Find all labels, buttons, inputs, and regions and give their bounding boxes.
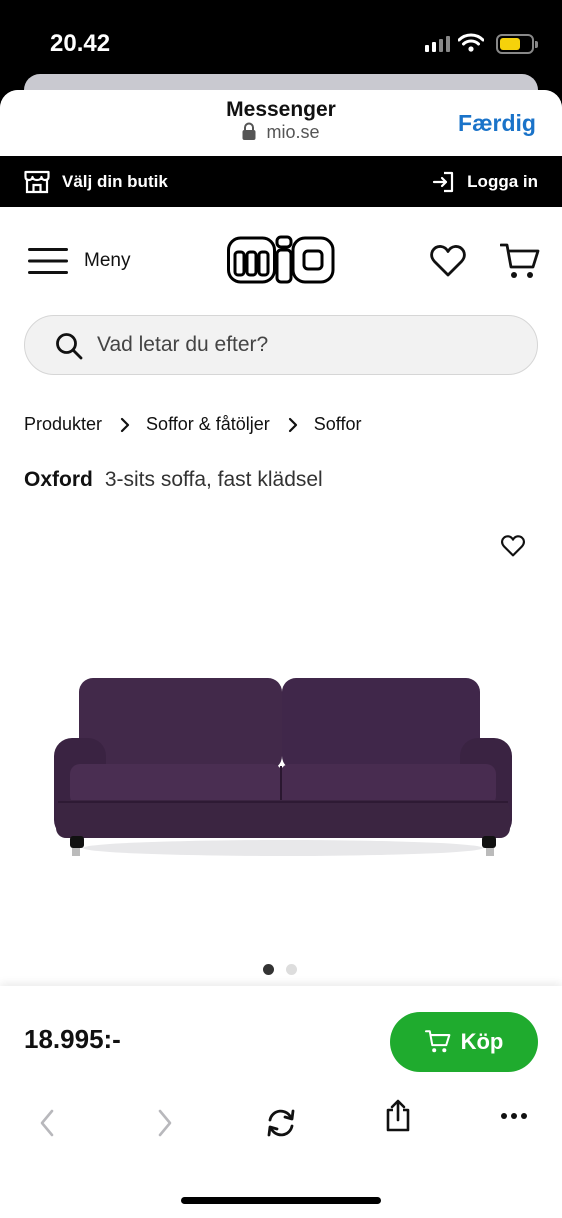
lock-icon xyxy=(242,122,256,140)
hamburger-icon xyxy=(28,248,68,274)
forward-icon[interactable] xyxy=(156,1108,174,1138)
choose-store-link[interactable]: Välj din butik xyxy=(24,170,168,194)
done-button[interactable]: Færdig xyxy=(458,110,536,137)
status-time: 20.42 xyxy=(50,30,111,57)
favorite-heart-icon[interactable] xyxy=(501,535,525,557)
buy-label: Köp xyxy=(460,1029,504,1054)
product-brand: Oxford xyxy=(24,468,93,491)
top-info-bar: Välj din butik Logga in xyxy=(0,156,562,207)
chevron-right-icon xyxy=(120,417,130,432)
menu-button[interactable]: Meny xyxy=(28,247,130,275)
carousel-dot-active[interactable] xyxy=(263,964,274,975)
product-image-sofa[interactable] xyxy=(52,676,514,876)
wifi-icon xyxy=(458,33,484,52)
reload-icon[interactable] xyxy=(265,1108,297,1138)
site-header: Meny xyxy=(0,207,562,315)
cellular-signal-icon xyxy=(425,36,450,52)
store-icon xyxy=(24,170,50,194)
chevron-right-icon xyxy=(288,417,297,432)
login-link[interactable]: Logga in xyxy=(431,170,538,194)
search-icon xyxy=(56,333,83,360)
buy-button[interactable]: Köp xyxy=(390,1012,538,1072)
cart-icon[interactable] xyxy=(500,243,540,281)
product-title: Oxford 3-sits soffa, fast klädsel xyxy=(24,468,323,492)
wishlist-heart-icon[interactable] xyxy=(430,245,466,277)
menu-label: Meny xyxy=(84,250,131,271)
search-bar[interactable] xyxy=(24,315,538,375)
search-input[interactable] xyxy=(97,316,517,373)
mio-logo[interactable] xyxy=(227,235,335,285)
price-bar: 18.995:- Köp xyxy=(0,986,562,1086)
browser-header: Messenger mio.se Færdig xyxy=(0,90,562,156)
breadcrumb-item-products[interactable]: Produkter xyxy=(24,414,102,435)
product-description: 3-sits soffa, fast klädsel xyxy=(104,468,323,491)
image-carousel-dots[interactable] xyxy=(263,964,297,975)
back-icon[interactable] xyxy=(38,1108,56,1138)
breadcrumb-item-sofas-armchairs[interactable]: Soffor & fåtöljer xyxy=(146,414,270,435)
login-icon xyxy=(433,171,454,193)
more-icon[interactable] xyxy=(500,1112,528,1120)
share-icon[interactable] xyxy=(384,1098,412,1132)
carousel-dot[interactable] xyxy=(286,964,297,975)
cart-icon xyxy=(424,1030,450,1053)
login-label: Logga in xyxy=(467,172,538,191)
breadcrumb-item-sofas[interactable]: Soffor xyxy=(314,414,362,435)
choose-store-label: Välj din butik xyxy=(62,172,168,191)
product-price: 18.995:- xyxy=(24,1024,121,1054)
domain-text: mio.se xyxy=(266,122,320,142)
in-app-browser-sheet: Messenger mio.se Færdig Välj din butik L… xyxy=(0,90,562,1218)
breadcrumb: Produkter Soffor & fåtöljer Soffor xyxy=(24,414,361,435)
home-indicator xyxy=(181,1197,381,1204)
battery-icon xyxy=(496,34,538,54)
